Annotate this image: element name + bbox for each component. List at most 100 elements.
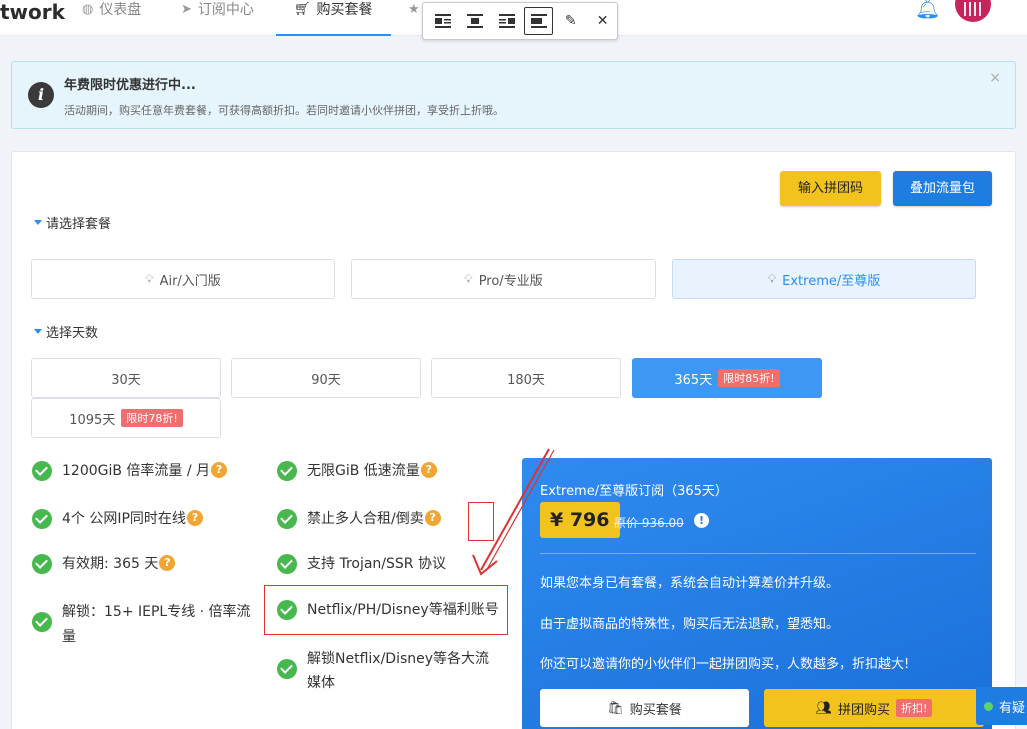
- users-icon: 👥︎: [815, 700, 833, 716]
- lightbulb-icon: 💡︎: [767, 271, 777, 286]
- help-icon[interactable]: ?: [159, 555, 176, 571]
- day-option-180[interactable]: 180天: [431, 358, 621, 398]
- feature-item: 有效期: 365 天?: [32, 553, 176, 575]
- help-icon[interactable]: ?: [186, 510, 203, 526]
- notice-close-button[interactable]: ×: [989, 70, 1001, 86]
- feature-text: 支持 Trojan/SSR 协议: [307, 556, 446, 572]
- feature-text: 禁止多人合租/倒卖: [307, 511, 424, 527]
- promo-notice: i 年费限时优惠进行中... 活动期间，购买任意年费套餐，可获得高额折扣。若同时…: [11, 61, 1016, 129]
- add-traffic-button[interactable]: 叠加流量包: [893, 171, 992, 206]
- close-icon[interactable]: ✕: [588, 7, 617, 35]
- summary-line: 如果您本身已有套餐，系统会自动计算差价并升级。: [540, 576, 840, 591]
- plan-section-label: 请选择套餐: [34, 213, 111, 232]
- group-buy-button[interactable]: 👥︎ 拼团购买 折扣!: [764, 689, 984, 727]
- discount-tag: 折扣!: [896, 699, 933, 717]
- avatar[interactable]: [955, 0, 991, 22]
- plan-option-pro[interactable]: 💡︎ Pro/专业版: [351, 259, 656, 299]
- feature-text: 解锁：15+ IEPL专线 · 倍率流量: [62, 604, 251, 645]
- feature-item: 无限GiB 低速流量?: [277, 460, 437, 482]
- day-option-90[interactable]: 90天: [231, 358, 421, 398]
- day-option-label: 365天: [674, 372, 713, 388]
- day-option-label: 1095天: [69, 412, 116, 428]
- chat-label: 有疑: [999, 700, 1026, 716]
- align-right-icon[interactable]: [493, 7, 522, 35]
- day-option-label: 90天: [311, 372, 341, 388]
- check-circle-icon: [277, 509, 297, 529]
- check-circle-icon: [277, 554, 297, 574]
- align-center-icon[interactable]: [461, 7, 490, 35]
- plan-option-label: Air/入门版: [159, 273, 221, 289]
- nav-tab-label: 仪表盘: [99, 2, 142, 18]
- nav-tab-starred[interactable]: ★: [408, 0, 420, 36]
- feature-text: 有效期: 365 天: [62, 556, 159, 572]
- plan-section-text: 请选择套餐: [46, 217, 112, 232]
- feature-item: 解锁：15+ IEPL专线 · 倍率流量: [32, 600, 262, 650]
- caret-down-icon: [34, 329, 42, 334]
- day-option-label: 180天: [507, 372, 545, 388]
- days-section-label: 选择天数: [34, 322, 98, 341]
- star-icon: ★: [408, 2, 420, 17]
- bell-icon[interactable]: 🔔︎: [915, 0, 940, 20]
- feature-text: 1200GiB 倍率流量 / 月: [62, 463, 211, 479]
- summary-line: 你还可以邀请你的小伙伴们一起拼团购买，人数越多，折扣越大!: [540, 657, 910, 672]
- day-option-30[interactable]: 30天: [31, 358, 221, 398]
- chat-support-button[interactable]: 有疑: [976, 687, 1027, 725]
- summary-title: Extreme/至尊版订阅（365天）: [540, 484, 728, 499]
- day-option-1095[interactable]: 1095天 限时78折!: [31, 398, 221, 438]
- plan-option-extreme[interactable]: 💡︎ Extreme/至尊版: [672, 259, 976, 299]
- check-circle-icon: [277, 461, 297, 481]
- feature-text: 4个 公网IP同时在线: [62, 511, 186, 527]
- help-icon[interactable]: ?: [211, 462, 228, 478]
- discount-tag: 限时85折!: [718, 369, 780, 387]
- align-none-icon[interactable]: [524, 7, 554, 35]
- buy-plan-button[interactable]: 🛍︎ 购买套餐: [540, 689, 749, 727]
- info-icon: i: [28, 82, 54, 108]
- plan-option-label: Pro/专业版: [478, 273, 543, 289]
- feature-item: 支持 Trojan/SSR 协议: [277, 553, 446, 575]
- pencil-icon[interactable]: ✎: [556, 7, 585, 35]
- annotation-box-highlight: [264, 585, 508, 635]
- info-icon[interactable]: !: [694, 513, 709, 528]
- nav-tab-subscriptions[interactable]: ➤ 订阅中心: [181, 0, 254, 36]
- check-circle-icon: [277, 659, 297, 679]
- paper-plane-icon: ➤: [181, 2, 192, 17]
- brand-logo: twork: [0, 0, 65, 24]
- help-icon[interactable]: ?: [424, 510, 441, 526]
- align-left-icon[interactable]: [429, 7, 458, 35]
- notice-text: 活动期间，购买任意年费套餐，可获得高额折扣。若同时邀请小伙伴拼团，享受折上折哦。: [64, 104, 504, 117]
- annotation-box-small: [468, 502, 494, 541]
- online-status-icon: [984, 701, 993, 711]
- check-circle-icon: [32, 612, 52, 632]
- buy-plan-label: 购买套餐: [629, 702, 682, 718]
- price-badge: ¥ 796: [540, 502, 620, 538]
- day-option-365[interactable]: 365天 限时85折!: [632, 358, 822, 398]
- image-edit-toolbar: ✎ ✕: [422, 2, 618, 40]
- feature-item: 禁止多人合租/倒卖?: [277, 508, 441, 530]
- feature-text: 无限GiB 低速流量: [307, 463, 420, 479]
- days-section-text: 选择天数: [46, 326, 99, 341]
- nav-tab-label: 订阅中心: [197, 2, 254, 18]
- dashboard-icon: ◍: [82, 2, 94, 17]
- check-circle-icon: [32, 554, 52, 574]
- plan-option-air[interactable]: 💡︎ Air/入门版: [31, 259, 335, 299]
- feature-item: 解锁Netflix/Disney等各大流媒体: [277, 647, 502, 695]
- nav-tab-dashboard[interactable]: ◍ 仪表盘: [82, 0, 141, 36]
- discount-tag: 限时78折!: [121, 409, 183, 427]
- day-option-label: 30天: [111, 372, 141, 388]
- plan-option-label: Extreme/至尊版: [782, 273, 881, 289]
- order-summary-panel: Extreme/至尊版订阅（365天） ¥ 796 原价 936.00 ! 如果…: [522, 458, 992, 729]
- check-circle-icon: [32, 461, 52, 481]
- group-code-button[interactable]: 输入拼团码: [780, 171, 881, 206]
- summary-line: 由于虚拟商品的特殊性，购买后无法退款，望悉知。: [540, 617, 840, 632]
- divider: [540, 553, 976, 554]
- lightbulb-icon: 💡︎: [464, 271, 473, 286]
- notice-title: 年费限时优惠进行中...: [64, 78, 196, 93]
- caret-down-icon: [34, 220, 42, 225]
- check-circle-icon: [32, 509, 52, 529]
- nav-tab-buy-plan[interactable]: 🛒︎ 购买套餐: [276, 0, 390, 36]
- feature-item: 1200GiB 倍率流量 / 月?: [32, 460, 228, 482]
- lightbulb-icon: 💡︎: [145, 271, 154, 286]
- group-buy-label: 拼团购买: [838, 702, 891, 718]
- help-icon[interactable]: ?: [420, 462, 437, 478]
- feature-text: 解锁Netflix/Disney等各大流媒体: [307, 651, 490, 691]
